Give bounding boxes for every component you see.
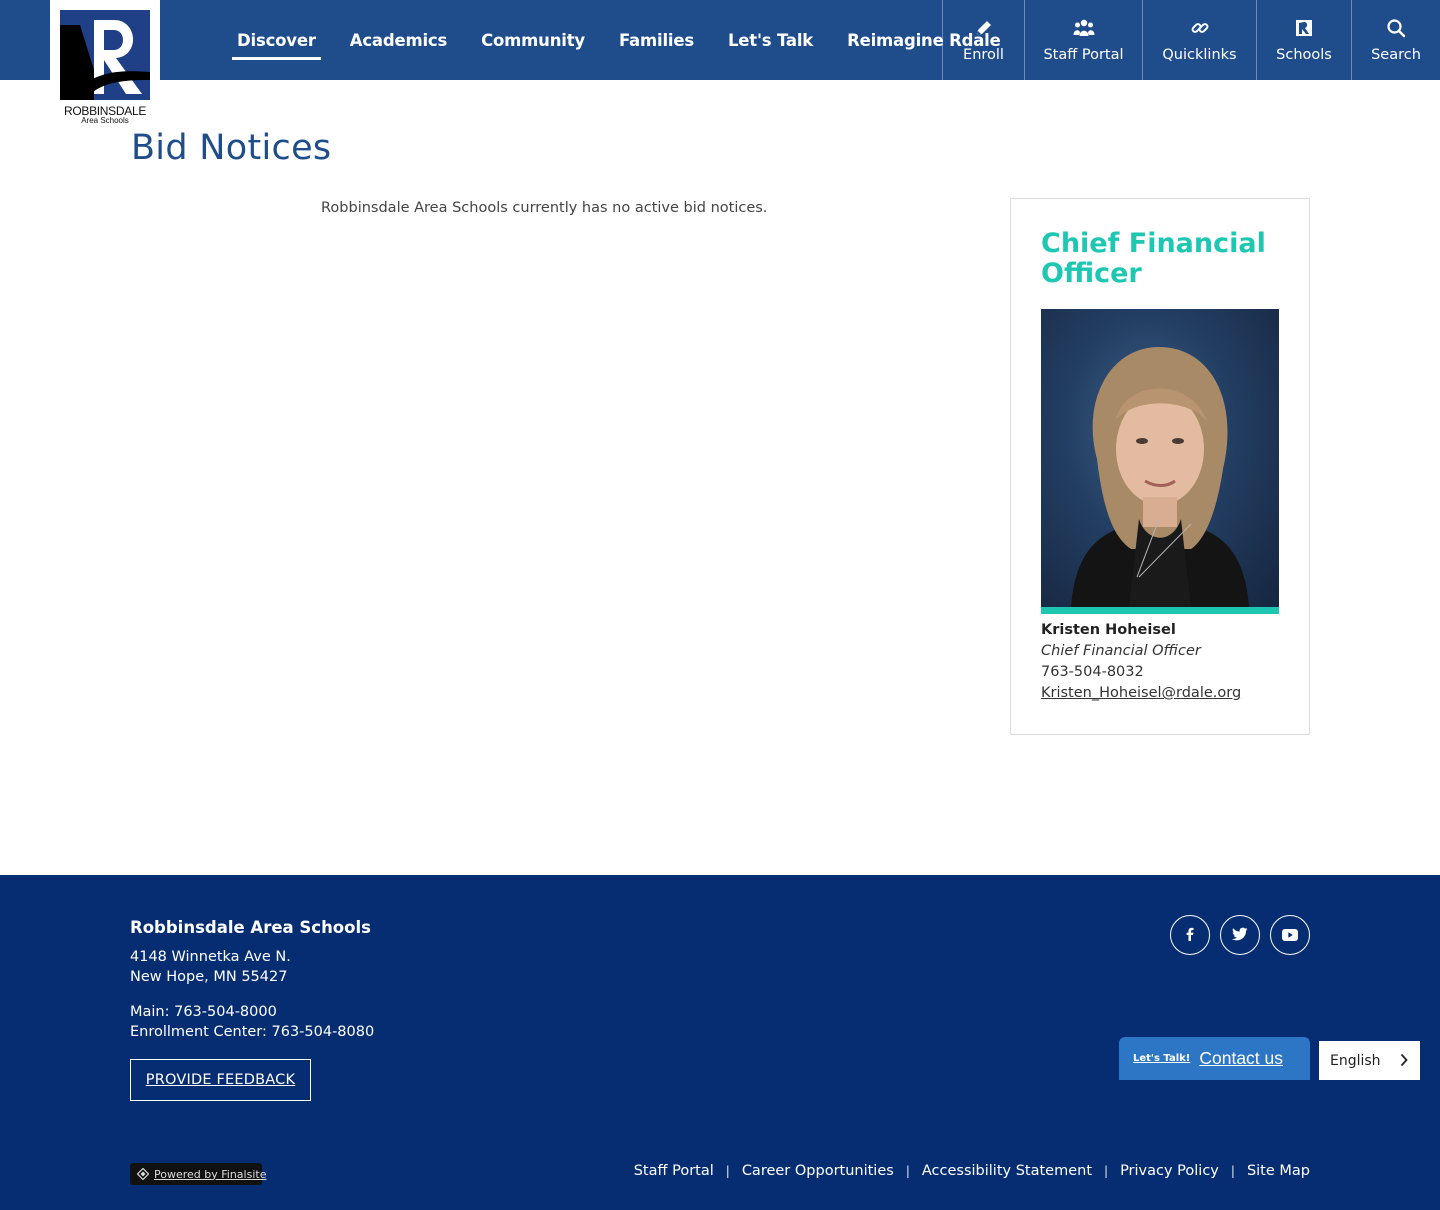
nav-item-community[interactable]: Community xyxy=(476,23,590,58)
chevron-right-icon xyxy=(1400,1053,1408,1071)
footer-main-phone: Main: 763-504-8000 xyxy=(130,1004,277,1020)
language-value: English xyxy=(1330,1052,1381,1069)
card-title: Chief Financial Officer xyxy=(1041,228,1266,289)
powered-by-finalsite-badge[interactable]: Powered by Finalsite xyxy=(130,1163,266,1185)
search-button[interactable]: Search xyxy=(1351,0,1440,80)
footer-link-separator: | xyxy=(1230,1164,1235,1178)
enroll-button[interactable]: Enroll xyxy=(942,0,1024,80)
staff-name: Kristen Hoheisel xyxy=(1041,622,1176,638)
logo-text-area-schools: Area Schools xyxy=(81,116,129,125)
quicklinks-label: Quicklinks xyxy=(1162,47,1237,63)
no-bids-notice: Robbinsdale Area Schools currently has n… xyxy=(321,200,768,216)
footer-link-career-opportunities[interactable]: Career Opportunities xyxy=(742,1163,894,1179)
people-icon xyxy=(1073,17,1095,39)
facebook-icon xyxy=(1183,926,1197,945)
footer-link-staff-portal[interactable]: Staff Portal xyxy=(634,1163,714,1179)
footer-link-separator: | xyxy=(905,1164,910,1178)
photo-accent-bar xyxy=(1041,607,1279,614)
footer-link-site-map[interactable]: Site Map xyxy=(1247,1163,1310,1179)
enroll-label: Enroll xyxy=(963,47,1004,63)
footer-link-privacy-policy[interactable]: Privacy Policy xyxy=(1120,1163,1219,1179)
footer-link-accessibility-statement[interactable]: Accessibility Statement xyxy=(922,1163,1092,1179)
contact-us-button[interactable]: Let's Talk! Contact us xyxy=(1119,1037,1310,1080)
footer-links: Staff Portal | Career Opportunities | Ac… xyxy=(634,1163,1310,1179)
staff-contact-card: Chief Financial Officer Kristen Hoheisel… xyxy=(1010,198,1310,735)
district-logo[interactable]: ROBBINSDALE Area Schools xyxy=(50,0,160,126)
link-icon xyxy=(1190,17,1210,39)
powered-by-label: Powered by Finalsite xyxy=(154,1167,267,1181)
schools-label: Schools xyxy=(1276,47,1332,63)
staff-email-link[interactable]: Kristen_Hoheisel@rdale.org xyxy=(1041,685,1241,701)
nav-item-families[interactable]: Families xyxy=(614,23,699,58)
lets-talk-badge: Let's Talk! xyxy=(1133,1053,1191,1064)
finalsite-icon xyxy=(137,1168,149,1180)
footer-link-separator: | xyxy=(1104,1164,1109,1178)
twitter-icon xyxy=(1232,926,1248,945)
staff-photo xyxy=(1041,309,1279,607)
nav-item-lets-talk[interactable]: Let's Talk xyxy=(723,23,818,58)
quicklinks-button[interactable]: Quicklinks xyxy=(1142,0,1256,80)
youtube-link[interactable] xyxy=(1270,915,1310,955)
site-footer: Robbinsdale Area Schools 4148 Winnetka A… xyxy=(0,875,1440,1210)
footer-link-separator: | xyxy=(725,1164,730,1178)
logo-mark xyxy=(60,10,150,100)
language-selector[interactable]: English xyxy=(1319,1041,1420,1080)
page-title: Bid Notices xyxy=(131,128,332,168)
nav-item-academics[interactable]: Academics xyxy=(345,23,452,58)
footer-address-line2: New Hope, MN 55427 xyxy=(130,969,288,985)
utility-nav: Enroll Staff Portal Quicklinks Schools S… xyxy=(942,0,1440,80)
contact-us-label: Contact us xyxy=(1199,1048,1284,1068)
facebook-link[interactable] xyxy=(1170,915,1210,955)
staff-portal-button[interactable]: Staff Portal xyxy=(1024,0,1142,80)
header-bar: Discover Academics Community Families Le… xyxy=(0,0,1440,80)
twitter-link[interactable] xyxy=(1220,915,1260,955)
footer-org-name: Robbinsdale Area Schools xyxy=(130,918,371,937)
youtube-icon xyxy=(1282,926,1298,945)
search-label: Search xyxy=(1371,47,1421,63)
main-nav: Discover Academics Community Families Le… xyxy=(232,0,1030,80)
footer-enrollment-phone: Enrollment Center: 763-504-8080 xyxy=(130,1024,375,1040)
staff-portal-label: Staff Portal xyxy=(1043,47,1124,63)
staff-role: Chief Financial Officer xyxy=(1041,643,1201,659)
provide-feedback-button[interactable]: PROVIDE FEEDBACK xyxy=(130,1059,311,1101)
nav-item-discover[interactable]: Discover xyxy=(232,23,321,60)
search-icon xyxy=(1386,17,1406,39)
pencil-icon xyxy=(974,17,994,39)
school-icon xyxy=(1294,17,1314,39)
footer-address-line1: 4148 Winnetka Ave N. xyxy=(130,949,291,965)
staff-phone: 763-504-8032 xyxy=(1041,664,1144,680)
schools-button[interactable]: Schools xyxy=(1256,0,1351,80)
